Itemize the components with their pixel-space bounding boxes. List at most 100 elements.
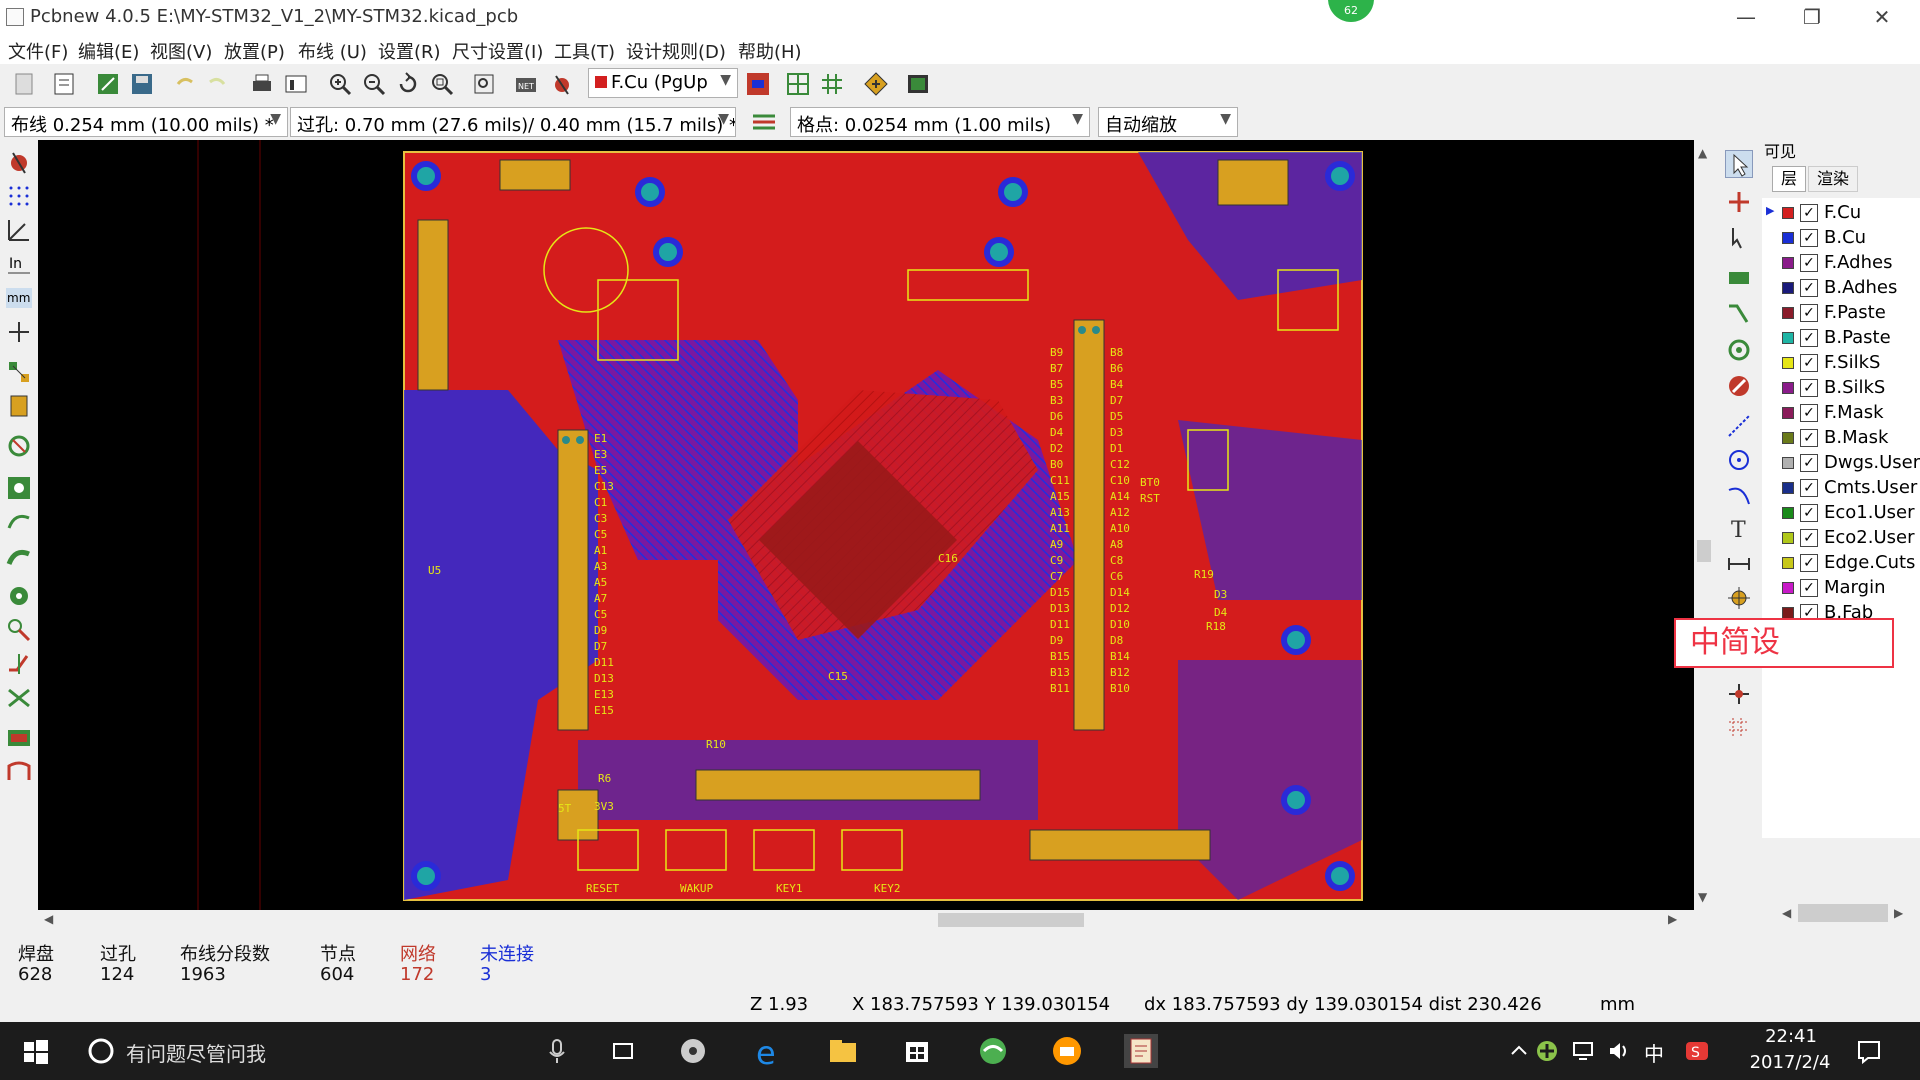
restore-button[interactable]: ❐ [1782, 0, 1842, 34]
scroll-left-icon[interactable]: ◀ [1782, 906, 1791, 920]
zoom-in-icon[interactable] [326, 70, 354, 98]
scripting-console-icon[interactable] [904, 70, 932, 98]
pad-sketch-icon[interactable] [5, 582, 33, 610]
layer-visibility-checkbox[interactable]: ✓ [1800, 579, 1818, 597]
track-width-select[interactable]: 布线 0.254 mm (10.00 mils) * ▼ [4, 107, 288, 137]
layer-color-swatch[interactable] [1782, 282, 1794, 294]
select-tool-icon[interactable] [1725, 150, 1753, 178]
undo-icon[interactable] [170, 70, 198, 98]
windows-start-icon[interactable] [18, 1034, 52, 1068]
read-netlist-icon[interactable]: NET [512, 70, 540, 98]
menu-dimensions[interactable]: 尺寸设置(I) [452, 38, 543, 64]
zoom-select[interactable]: 自动缩放 ▼ [1098, 107, 1238, 137]
track-sketch-icon[interactable] [5, 650, 33, 678]
vertical-scrollbar[interactable]: ▲ ▼ [1694, 140, 1714, 910]
layer-color-swatch[interactable] [1782, 532, 1794, 544]
search-box[interactable]: 有问题尽管问我 [126, 1038, 266, 1067]
layer-color-swatch[interactable] [1782, 382, 1794, 394]
grid-select[interactable]: 格点: 0.0254 mm (1.00 mils) ▼ [790, 107, 1090, 137]
menu-design-rules[interactable]: 设计规则(D) [626, 38, 726, 64]
plot-icon[interactable] [282, 70, 310, 98]
layer-color-swatch[interactable] [1782, 582, 1794, 594]
scroll-down-icon[interactable]: ▼ [1698, 890, 1707, 904]
cursor-shape-icon[interactable] [5, 318, 33, 346]
pcb-canvas[interactable]: E1 E3 E5 C13 C1 C3 C5 A1 A3 A5 A7 C5 D9 D7 D11 D13 E13 E1… [38, 140, 1694, 910]
show-zones-icon[interactable] [5, 474, 33, 502]
layers-scroll-thumb[interactable] [1798, 904, 1888, 922]
refresh-icon[interactable] [394, 70, 422, 98]
menu-place[interactable]: 放置(P) [224, 38, 285, 64]
autoroute-icon[interactable] [862, 70, 890, 98]
pinwheel-app-icon[interactable] [676, 1034, 710, 1068]
sogou-ime-icon[interactable]: S [1680, 1034, 1714, 1068]
find-icon[interactable] [470, 70, 498, 98]
auto-delete-track-icon[interactable] [5, 432, 33, 460]
menu-help[interactable]: 帮助(H) [738, 38, 802, 64]
kicad-pcbnew-taskbar-icon[interactable] [1124, 1034, 1158, 1068]
layer-color-swatch[interactable] [1782, 232, 1794, 244]
add-via-icon[interactable] [1725, 336, 1753, 364]
add-target-icon[interactable] [1725, 584, 1753, 612]
layer-visibility-checkbox[interactable]: ✓ [1800, 504, 1818, 522]
redo-icon[interactable] [204, 70, 232, 98]
layer-color-swatch[interactable] [1782, 207, 1794, 219]
inch-units-icon[interactable]: In [5, 250, 33, 278]
cortana-icon[interactable] [84, 1034, 118, 1068]
scroll-right-icon[interactable]: ▶ [1894, 906, 1903, 920]
zoom-fit-icon[interactable] [428, 70, 456, 98]
close-button[interactable]: ✕ [1852, 0, 1912, 34]
orange-app-icon[interactable] [1050, 1034, 1084, 1068]
layer-visibility-checkbox[interactable]: ✓ [1800, 279, 1818, 297]
menu-file[interactable]: 文件(F) [8, 38, 68, 64]
layer-visibility-checkbox[interactable]: ✓ [1800, 304, 1818, 322]
menu-route[interactable]: 布线 (U) [298, 38, 367, 64]
layer-visibility-checkbox[interactable]: ✓ [1800, 254, 1818, 272]
layer-color-swatch[interactable] [1782, 257, 1794, 269]
layers-manager-icon[interactable] [5, 724, 33, 752]
store-icon[interactable] [900, 1034, 934, 1068]
mode-track-icon[interactable] [818, 70, 846, 98]
menu-tools[interactable]: 工具(T) [554, 38, 615, 64]
ratsnest-icon[interactable] [5, 358, 33, 386]
scroll-right-icon[interactable]: ▶ [1668, 912, 1677, 926]
layer-color-swatch[interactable] [1782, 307, 1794, 319]
menu-edit[interactable]: 编辑(E) [78, 38, 139, 64]
microwave-tools-icon[interactable] [5, 758, 33, 786]
layer-visibility-checkbox[interactable]: ✓ [1800, 404, 1818, 422]
add-line-icon[interactable] [1725, 412, 1753, 440]
network-icon[interactable] [1566, 1034, 1600, 1068]
route-track-icon[interactable] [1725, 300, 1753, 328]
security-tray-icon[interactable] [1530, 1034, 1564, 1068]
layer-visibility-checkbox[interactable]: ✓ [1800, 354, 1818, 372]
layer-visibility-checkbox[interactable]: ✓ [1800, 429, 1818, 447]
grid-origin-icon[interactable] [1725, 714, 1753, 742]
layer-visibility-checkbox[interactable]: ✓ [1800, 329, 1818, 347]
tab-layers[interactable]: 层 [1772, 166, 1806, 192]
add-footprint-icon[interactable] [1725, 264, 1753, 292]
vertical-scroll-thumb[interactable] [1697, 540, 1711, 562]
via-sketch-icon[interactable] [5, 616, 33, 644]
layer-color-swatch[interactable] [1782, 457, 1794, 469]
volume-icon[interactable] [1602, 1034, 1636, 1068]
file-explorer-icon[interactable] [826, 1034, 860, 1068]
drc-toggle-icon[interactable] [5, 148, 33, 176]
layer-color-swatch[interactable] [1782, 407, 1794, 419]
layer-color-swatch[interactable] [1782, 507, 1794, 519]
zone-outline-icon[interactable] [5, 508, 33, 536]
horizontal-scroll-thumb[interactable] [938, 913, 1084, 927]
grid-toggle-icon[interactable] [5, 182, 33, 210]
save-icon[interactable] [128, 70, 156, 98]
layer-color-swatch[interactable] [1782, 357, 1794, 369]
page-settings-icon[interactable] [50, 70, 78, 98]
add-keepout-icon[interactable] [1725, 372, 1753, 400]
via-size-select[interactable]: 过孔: 0.70 mm (27.6 mils)/ 0.40 mm (15.7 m… [290, 107, 736, 137]
tab-render[interactable]: 渲染 [1808, 166, 1858, 192]
highlight-net-icon[interactable] [1725, 188, 1753, 216]
module-ratsnest-icon[interactable] [5, 392, 33, 420]
microphone-icon[interactable] [540, 1034, 574, 1068]
layer-visibility-checkbox[interactable]: ✓ [1800, 379, 1818, 397]
clock-date[interactable]: 2017/2/4 [1740, 1052, 1840, 1073]
mm-units-icon[interactable]: mm [5, 284, 33, 312]
auto-track-width-icon[interactable] [750, 108, 778, 136]
scroll-up-icon[interactable]: ▲ [1698, 146, 1707, 160]
